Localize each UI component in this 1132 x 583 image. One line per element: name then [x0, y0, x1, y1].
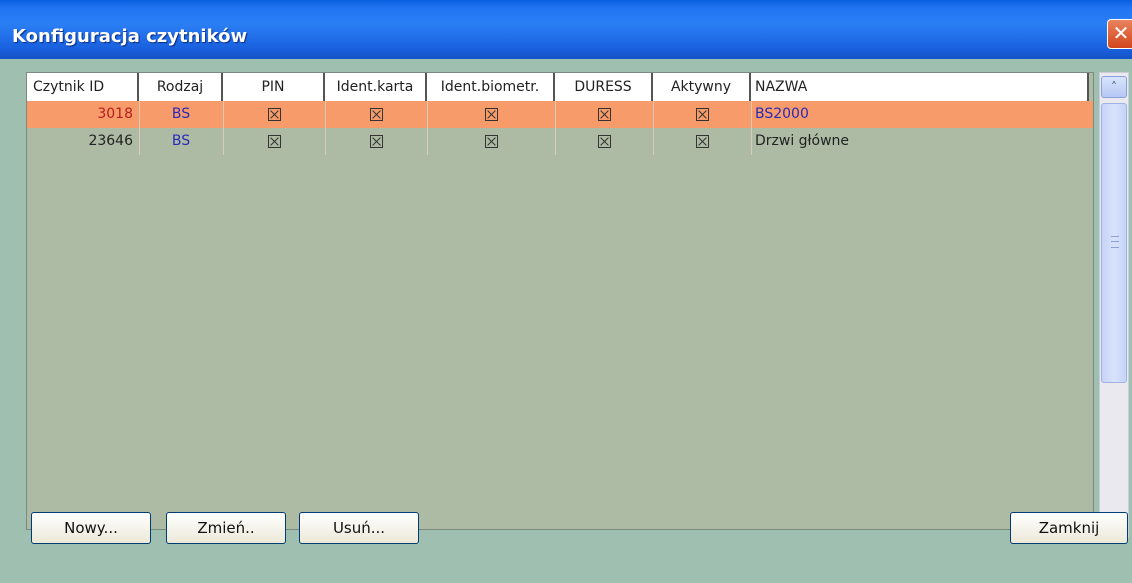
reader-name-cell: BS2000	[755, 106, 809, 122]
dialog-window: Konfiguracja czytników ✕ Czytnik ID Rodz…	[0, 0, 1132, 583]
reader-id-cell: 3018	[97, 106, 133, 122]
column-header-biometric[interactable]: Ident.biometr.	[427, 73, 555, 101]
column-header-pin[interactable]: PIN	[223, 73, 325, 101]
biometric-checkbox[interactable]	[427, 101, 555, 128]
checked-checkbox-icon	[267, 134, 281, 148]
duress-checkbox[interactable]	[555, 128, 653, 155]
column-header-id[interactable]: Czytnik ID	[27, 73, 139, 101]
close-icon[interactable]: ✕	[1107, 19, 1132, 49]
title-bar[interactable]: Konfiguracja czytników ✕	[0, 0, 1132, 59]
vertical-scrollbar[interactable]: ˄ ˅	[1099, 72, 1129, 538]
column-header-active[interactable]: Aktywny	[653, 73, 751, 101]
checked-checkbox-icon	[695, 134, 709, 148]
biometric-checkbox[interactable]	[427, 128, 555, 155]
checked-checkbox-icon	[597, 107, 611, 121]
column-header-name[interactable]: NAZWA	[751, 73, 1089, 101]
dialog-client-area: Czytnik ID Rodzaj PIN Ident.karta Ident.…	[0, 59, 1132, 583]
reader-type-cell: BS	[171, 106, 191, 122]
close-button[interactable]: Zamknij	[1010, 512, 1128, 544]
checked-checkbox-icon	[484, 107, 498, 121]
table-row[interactable]: 23646 BS Drzwi główne	[27, 128, 1093, 155]
edit-button[interactable]: Zmień..	[166, 512, 286, 544]
readers-table[interactable]: Czytnik ID Rodzaj PIN Ident.karta Ident.…	[26, 72, 1094, 530]
grip-icon	[1111, 236, 1119, 248]
checked-checkbox-icon	[267, 107, 281, 121]
scroll-up-icon[interactable]: ˄	[1101, 76, 1127, 98]
column-header-duress[interactable]: DURESS	[555, 73, 653, 101]
active-checkbox[interactable]	[653, 128, 751, 155]
window-title: Konfiguracja czytników	[12, 26, 248, 47]
reader-id-cell: 23646	[88, 133, 133, 149]
active-checkbox[interactable]	[653, 101, 751, 128]
card-checkbox[interactable]	[325, 101, 427, 128]
column-header-type[interactable]: Rodzaj	[139, 73, 223, 101]
table-header: Czytnik ID Rodzaj PIN Ident.karta Ident.…	[27, 73, 1089, 101]
delete-button[interactable]: Usuń...	[299, 512, 419, 544]
column-header-card[interactable]: Ident.karta	[325, 73, 427, 101]
checked-checkbox-icon	[369, 134, 383, 148]
table-row[interactable]: 3018 BS BS2000	[27, 101, 1093, 128]
new-button[interactable]: Nowy...	[31, 512, 151, 544]
pin-checkbox[interactable]	[223, 101, 325, 128]
checked-checkbox-icon	[597, 134, 611, 148]
card-checkbox[interactable]	[325, 128, 427, 155]
checked-checkbox-icon	[484, 134, 498, 148]
scroll-thumb[interactable]	[1101, 103, 1127, 383]
checked-checkbox-icon	[695, 107, 709, 121]
duress-checkbox[interactable]	[555, 101, 653, 128]
reader-type-cell: BS	[171, 133, 191, 149]
pin-checkbox[interactable]	[223, 128, 325, 155]
checked-checkbox-icon	[369, 107, 383, 121]
reader-name-cell: Drzwi główne	[755, 133, 850, 149]
